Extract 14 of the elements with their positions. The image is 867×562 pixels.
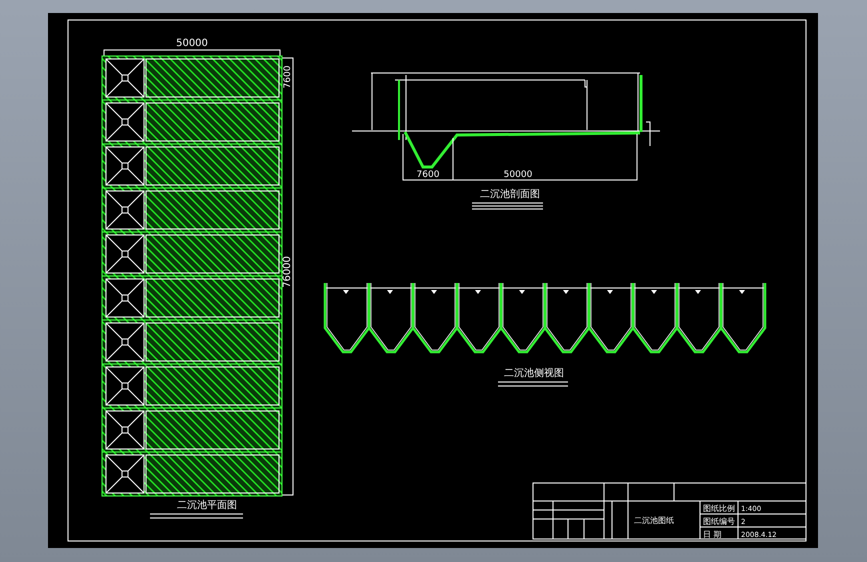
field-label: 日 期 [703, 530, 722, 539]
caption-underline [472, 202, 544, 210]
dimension-text: 76000 [282, 256, 293, 288]
view-caption: 二沉池侧视图 [504, 368, 564, 379]
caption-underline [498, 382, 568, 386]
view-caption: 二沉池剖面图 [480, 189, 540, 200]
dimension-text: 7600 [416, 170, 440, 180]
field-label: 图纸编号 [703, 517, 735, 526]
drawing-name: 二沉池图纸 [634, 516, 674, 525]
field-label: 图纸比例 [703, 504, 735, 513]
view-caption: 二沉池平面图 [177, 500, 237, 511]
dimension-text: 50000 [504, 170, 532, 180]
dimension-text: 7600 [283, 66, 293, 88]
dimension-text: 50000 [176, 38, 208, 49]
